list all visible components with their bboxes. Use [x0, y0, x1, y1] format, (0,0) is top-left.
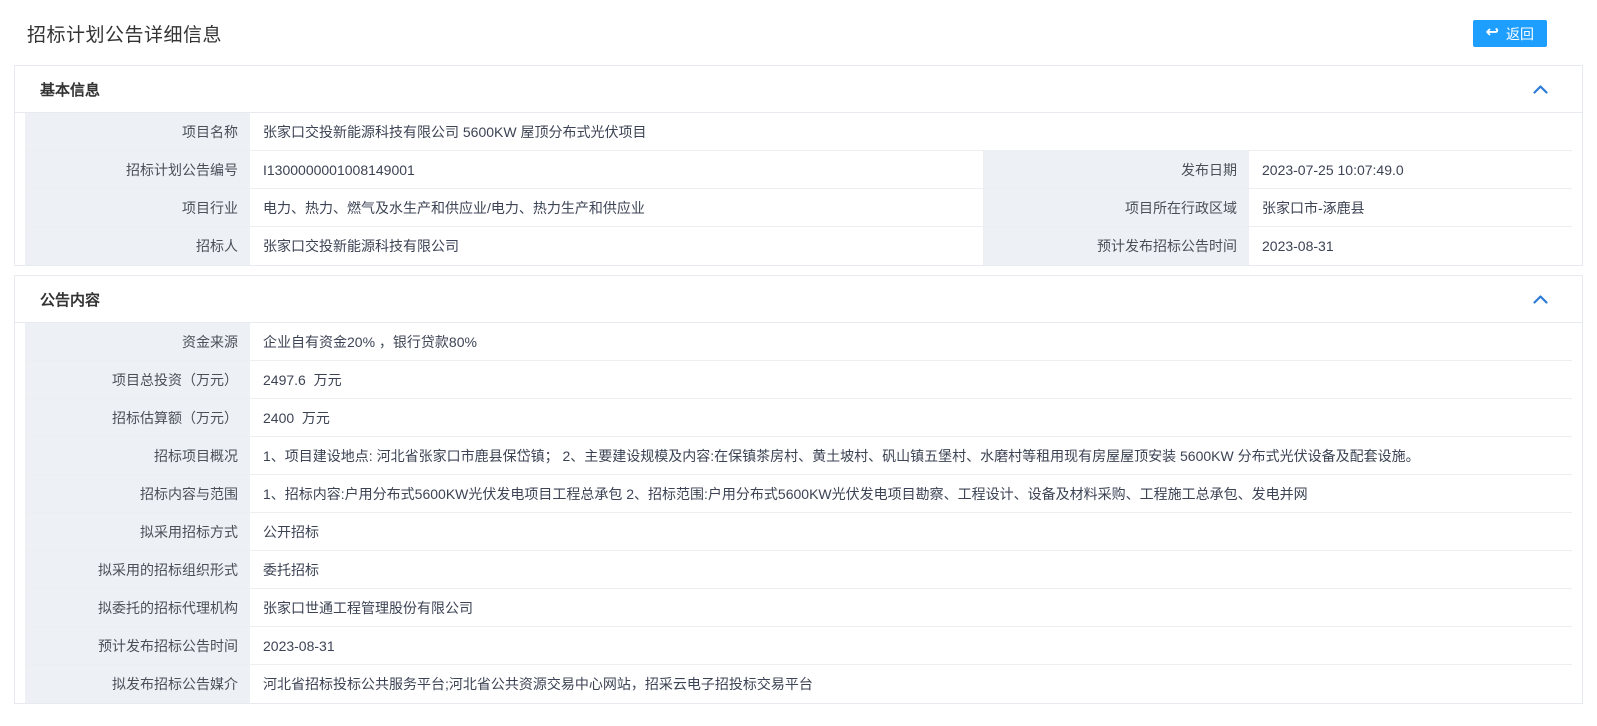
- table-row: 招标内容与范围 1、招标内容:户用分布式5600KW光伏发电项目工程总承包 2、…: [25, 475, 1572, 513]
- field-label: 项目行业: [25, 189, 250, 226]
- field-value: 河北省招标投标公共服务平台;河北省公共资源交易中心网站，招采云电子招投标交易平台: [250, 665, 1572, 703]
- field-value: 2023-07-25 10:07:49.0: [1249, 151, 1572, 188]
- field-value: 1、项目建设地点: 河北省张家口市鹿县保岱镇； 2、主要建设规模及内容:在保镇茶…: [250, 437, 1572, 474]
- field-value: 张家口交投新能源科技有限公司 5600KW 屋顶分布式光伏项目: [250, 113, 1572, 150]
- field-label: 预计发布招标公告时间: [984, 227, 1249, 265]
- table-row: 项目总投资（万元） 2497.6 万元: [25, 361, 1572, 399]
- back-arrow-icon: ↩: [1486, 25, 1499, 41]
- basic-info-panel-title: 基本信息: [40, 79, 100, 100]
- basic-info-panel-header: 基本信息: [15, 66, 1582, 113]
- field-value: 公开招标: [250, 513, 1572, 550]
- table-row: 招标人 张家口交投新能源科技有限公司 预计发布招标公告时间 2023-08-31: [25, 227, 1572, 265]
- field-label: 招标内容与范围: [25, 475, 250, 512]
- basic-info-panel: 基本信息 项目名称 张家口交投新能源科技有限公司 5600KW 屋顶分布式光伏项…: [14, 65, 1583, 266]
- table-row: 拟采用的招标组织形式 委托招标: [25, 551, 1572, 589]
- table-row: 招标估算额（万元） 2400 万元: [25, 399, 1572, 437]
- chevron-up-icon: [1533, 85, 1548, 94]
- chevron-up-icon: [1533, 295, 1548, 304]
- field-value: 张家口世通工程管理股份有限公司: [250, 589, 1572, 626]
- field-value: 2497.6 万元: [250, 361, 1572, 398]
- field-value: 电力、热力、燃气及水生产和供应业/电力、热力生产和供应业: [250, 189, 984, 226]
- field-label: 拟委托的招标代理机构: [25, 589, 250, 626]
- table-row: 项目名称 张家口交投新能源科技有限公司 5600KW 屋顶分布式光伏项目: [25, 113, 1572, 151]
- field-label: 拟采用招标方式: [25, 513, 250, 550]
- field-label: 预计发布招标公告时间: [25, 627, 250, 664]
- back-button[interactable]: ↩ 返回: [1473, 20, 1547, 47]
- field-value: 2023-08-31: [1249, 227, 1572, 265]
- field-label: 发布日期: [984, 151, 1249, 188]
- table-row: 项目行业 电力、热力、燃气及水生产和供应业/电力、热力生产和供应业 项目所在行政…: [25, 189, 1572, 227]
- field-value: 张家口市-涿鹿县: [1249, 189, 1572, 226]
- table-row: 预计发布招标公告时间 2023-08-31: [25, 627, 1572, 665]
- field-label: 项目所在行政区域: [984, 189, 1249, 226]
- table-row: 拟发布招标公告媒介 河北省招标投标公共服务平台;河北省公共资源交易中心网站，招采…: [25, 665, 1572, 703]
- page-title: 招标计划公告详细信息: [27, 20, 222, 47]
- field-label: 资金来源: [25, 323, 250, 360]
- field-label: 招标人: [25, 227, 250, 265]
- field-value: 委托招标: [250, 551, 1572, 588]
- field-label: 拟发布招标公告媒介: [25, 665, 250, 703]
- table-row: 资金来源 企业自有资金20% ，银行贷款80%: [25, 323, 1572, 361]
- table-row: 招标计划公告编号 I1300000001008149001 发布日期 2023-…: [25, 151, 1572, 189]
- field-label: 招标估算额（万元）: [25, 399, 250, 436]
- field-value: 企业自有资金20% ，银行贷款80%: [250, 323, 1572, 360]
- table-row: 拟委托的招标代理机构 张家口世通工程管理股份有限公司: [25, 589, 1572, 627]
- announcement-content-panel: 公告内容 资金来源 企业自有资金20% ，银行贷款80% 项目总投资（万元） 2…: [14, 275, 1583, 704]
- field-value: I1300000001008149001: [250, 151, 984, 188]
- basic-info-table: 项目名称 张家口交投新能源科技有限公司 5600KW 屋顶分布式光伏项目 招标计…: [25, 113, 1572, 265]
- announcement-content-collapse-button[interactable]: [1529, 291, 1552, 308]
- field-label: 项目名称: [25, 113, 250, 150]
- table-row: 招标项目概况 1、项目建设地点: 河北省张家口市鹿县保岱镇； 2、主要建设规模及…: [25, 437, 1572, 475]
- table-row: 拟采用招标方式 公开招标: [25, 513, 1572, 551]
- announcement-content-table: 资金来源 企业自有资金20% ，银行贷款80% 项目总投资（万元） 2497.6…: [25, 323, 1572, 703]
- field-value: 2023-08-31: [250, 627, 1572, 664]
- field-label: 拟采用的招标组织形式: [25, 551, 250, 588]
- field-label: 招标计划公告编号: [25, 151, 250, 188]
- field-label: 项目总投资（万元）: [25, 361, 250, 398]
- back-button-label: 返回: [1506, 24, 1534, 44]
- field-value: 1、招标内容:户用分布式5600KW光伏发电项目工程总承包 2、招标范围:户用分…: [250, 475, 1572, 512]
- top-bar: 招标计划公告详细信息 ↩ 返回: [0, 0, 1597, 65]
- field-label: 招标项目概况: [25, 437, 250, 474]
- basic-info-collapse-button[interactable]: [1529, 81, 1552, 98]
- announcement-content-panel-title: 公告内容: [40, 289, 100, 310]
- field-value: 张家口交投新能源科技有限公司: [250, 227, 984, 265]
- announcement-content-panel-header: 公告内容: [15, 276, 1582, 323]
- field-value: 2400 万元: [250, 399, 1572, 436]
